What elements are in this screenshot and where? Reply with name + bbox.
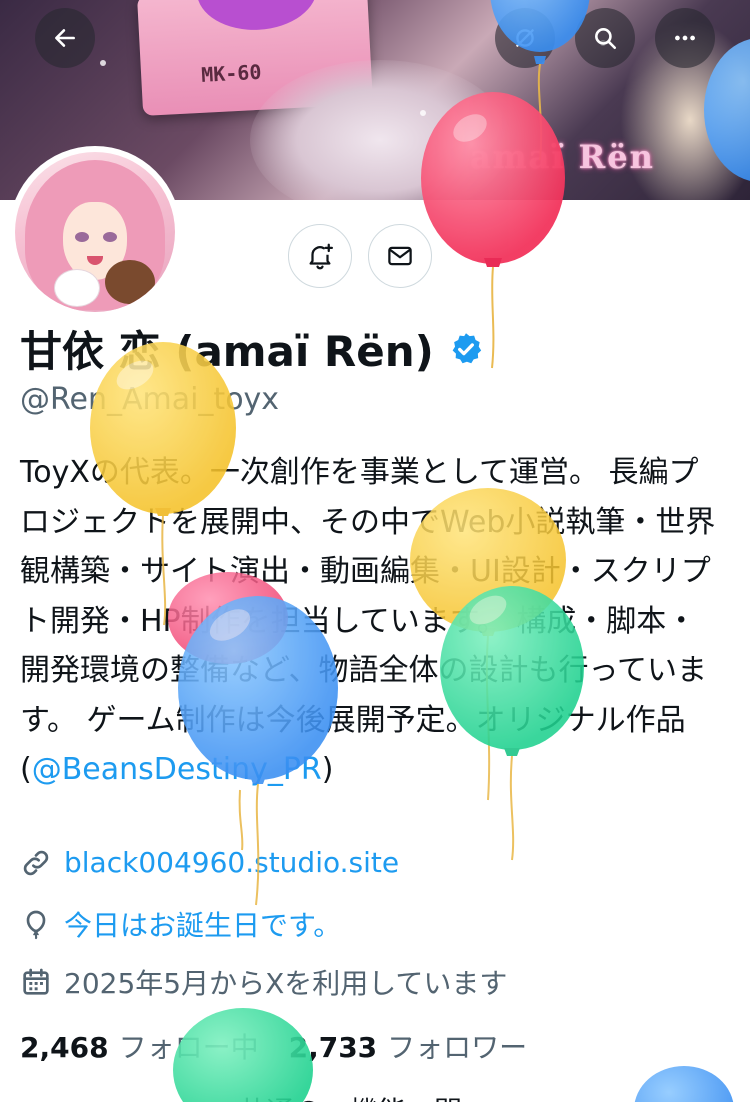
peek-text: …共通の…機能…関… bbox=[210, 1090, 490, 1102]
verified-badge-icon[interactable] bbox=[448, 331, 484, 367]
more-button[interactable] bbox=[655, 8, 715, 68]
grok-icon bbox=[516, 29, 534, 47]
joined-row: 2025年5月からXを利用しています bbox=[20, 962, 507, 1002]
search-button[interactable] bbox=[575, 8, 635, 68]
avatar-image bbox=[15, 152, 175, 312]
profile-name-row: 甘依 恋 (amaï Rën) bbox=[20, 318, 484, 379]
display-name: 甘依 恋 (amaï Rën) bbox=[20, 327, 434, 376]
more-horizontal-icon bbox=[675, 35, 695, 41]
calendar-icon bbox=[23, 968, 49, 995]
birthday-text: 今日はお誕生日です。 bbox=[64, 909, 342, 942]
followers-label[interactable]: フォロワー bbox=[387, 1026, 527, 1066]
website-row: black004960.studio.site bbox=[20, 846, 399, 879]
followers-count[interactable]: 2,733 bbox=[289, 1031, 378, 1064]
link-icon bbox=[23, 850, 49, 875]
bio-mention-link[interactable]: @BeansDestiny_PR bbox=[32, 752, 322, 787]
balloon-blue-bottom bbox=[634, 1066, 734, 1102]
banner-wordmark: amaï Rën bbox=[470, 138, 655, 176]
back-button[interactable] bbox=[35, 8, 95, 68]
mail-icon bbox=[388, 246, 412, 266]
bell-plus-icon bbox=[309, 243, 333, 270]
birthday-row: 今日はお誕生日です。 bbox=[20, 904, 341, 944]
bio-text: ToyXの代表。一次創作を事業として運営。 長編プロジェクトを展開中、その中でW… bbox=[20, 455, 716, 787]
balloon-icon bbox=[26, 910, 46, 940]
banner-cassette-label: МК-60 bbox=[200, 59, 262, 87]
joined-date: 2025年5月からXを利用しています bbox=[64, 967, 508, 1000]
following-count[interactable]: 2,468 bbox=[20, 1031, 109, 1064]
avatar[interactable] bbox=[9, 146, 181, 318]
follow-stats: 2,468 フォロー中 2,733 フォロワー bbox=[20, 1026, 557, 1066]
website-link[interactable]: black004960.studio.site bbox=[64, 846, 399, 879]
notify-button[interactable] bbox=[288, 224, 352, 288]
profile-bio: ToyXの代表。一次創作を事業として運営。 長編プロジェクトを展開中、その中でW… bbox=[20, 448, 720, 795]
message-button[interactable] bbox=[368, 224, 432, 288]
grok-button[interactable] bbox=[495, 8, 555, 68]
arrow-left-icon bbox=[55, 29, 75, 47]
user-handle: @Ren_Amai_toyx bbox=[20, 382, 280, 417]
search-icon bbox=[595, 28, 617, 50]
following-label[interactable]: フォロー中 bbox=[119, 1026, 259, 1066]
bio-close-paren: ) bbox=[321, 752, 334, 787]
